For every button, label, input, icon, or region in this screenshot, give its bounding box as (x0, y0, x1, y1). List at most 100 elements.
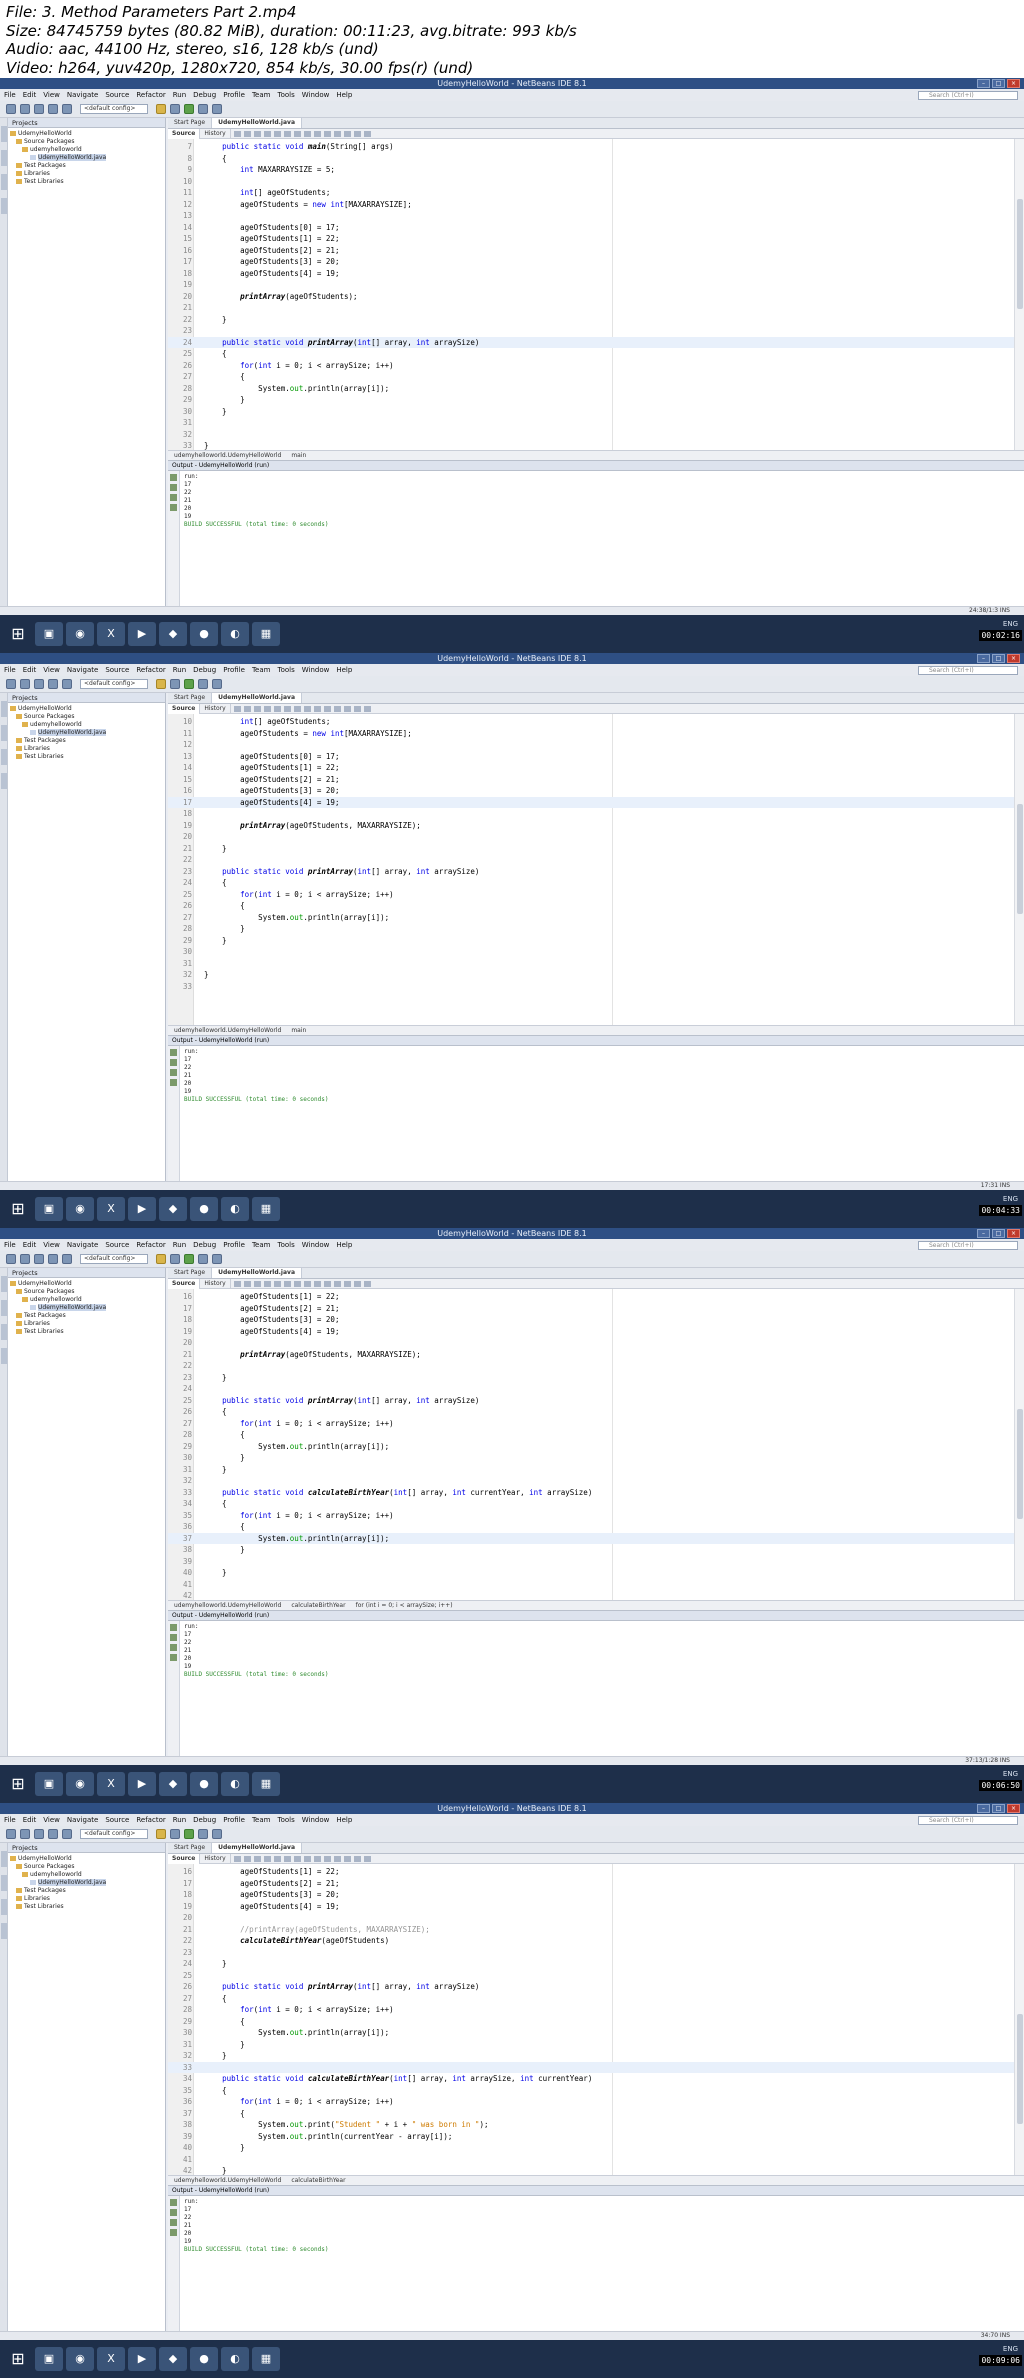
editor-tool-icon[interactable] (313, 1280, 321, 1287)
tree-item[interactable]: Libraries (8, 1895, 165, 1903)
editor-tool-icon[interactable] (293, 705, 301, 712)
editor-tool-icon[interactable] (283, 130, 291, 137)
taskbar-app-icon[interactable]: ◉ (66, 1197, 94, 1221)
toolbar-button[interactable] (6, 1829, 16, 1839)
taskbar-app-icon[interactable]: ◐ (221, 622, 249, 646)
menu-item[interactable]: File (4, 91, 16, 99)
editor-tool-icon[interactable] (253, 1280, 261, 1287)
menu-item[interactable]: Window (302, 91, 330, 99)
stop-icon[interactable] (170, 1634, 177, 1641)
taskbar-app-icon[interactable]: ▶ (128, 622, 156, 646)
navigator-side-tab[interactable] (1, 1923, 7, 1939)
code-area[interactable]: 16 ageOfStudents[1] = 22; 17 ageOfStudent… (168, 1289, 1014, 1600)
menu-item[interactable]: Profile (223, 91, 245, 99)
output-tab[interactable]: Output - UdemyHelloWorld (run) (168, 461, 1024, 471)
taskbar-app-icon[interactable]: ◆ (159, 622, 187, 646)
menu-item[interactable]: View (43, 1816, 60, 1824)
breadcrumb-item[interactable]: udemyhelloworld.UdemyHelloWorld (174, 1027, 281, 1034)
projects-side-tab[interactable] (1, 126, 7, 142)
clean-build-icon[interactable] (170, 1829, 180, 1839)
menu-item[interactable]: Debug (193, 666, 216, 674)
toolbar-button[interactable] (20, 679, 30, 689)
menu-item[interactable]: Navigate (67, 1241, 98, 1249)
history-button[interactable]: History (200, 703, 231, 714)
source-button[interactable]: Source (168, 128, 201, 139)
editor-tool-icon[interactable] (343, 705, 351, 712)
toolbar-button[interactable] (48, 1829, 58, 1839)
menu-item[interactable]: View (43, 1241, 60, 1249)
output-tab[interactable]: Output - UdemyHelloWorld (run) (168, 1611, 1024, 1621)
clear-icon[interactable] (170, 1069, 177, 1076)
projects-side-tab[interactable] (1, 1276, 7, 1292)
editor-tool-icon[interactable] (263, 130, 271, 137)
language-indicator[interactable]: ENG (1003, 620, 1018, 628)
tab-start-page[interactable]: Start Page (168, 1268, 213, 1278)
projects-side-tab[interactable] (1, 1851, 7, 1867)
taskbar-app-icon[interactable]: ● (190, 1197, 218, 1221)
code-area[interactable]: 16 ageOfStudents[1] = 22; 17 ageOfStudent… (168, 1864, 1014, 2175)
toolbar-button[interactable] (6, 679, 16, 689)
editor-tool-icon[interactable] (323, 1280, 331, 1287)
tree-item[interactable]: Test Libraries (8, 178, 165, 186)
menu-item[interactable]: Window (302, 1241, 330, 1249)
maximize-button[interactable]: □ (992, 79, 1005, 88)
taskbar-app-icon[interactable]: ◐ (221, 1197, 249, 1221)
start-button[interactable]: ⊞ (4, 622, 32, 646)
toolbar-button[interactable] (62, 1829, 72, 1839)
clean-build-icon[interactable] (170, 679, 180, 689)
taskbar-app-icon[interactable]: ◉ (66, 2347, 94, 2371)
taskbar-app-icon[interactable]: ▶ (128, 2347, 156, 2371)
menu-item[interactable]: Tools (277, 666, 294, 674)
settings-icon[interactable] (170, 504, 177, 511)
build-icon[interactable] (156, 679, 166, 689)
taskbar-app-icon[interactable]: ◆ (159, 1772, 187, 1796)
taskbar-app-icon[interactable]: ◉ (66, 1772, 94, 1796)
search-input[interactable]: Search (Ctrl+I) (918, 1241, 1018, 1250)
tab-udemyhelloworld-java[interactable]: UdemyHelloWorld.java (212, 118, 303, 128)
tab-start-page[interactable]: Start Page (168, 693, 213, 703)
tree-item[interactable]: Test Libraries (8, 1903, 165, 1911)
menu-item[interactable]: Help (336, 91, 352, 99)
stop-icon[interactable] (170, 2209, 177, 2216)
tree-item[interactable]: udemyhelloworld (8, 146, 165, 154)
menu-item[interactable]: Navigate (67, 91, 98, 99)
menu-item[interactable]: Source (105, 666, 129, 674)
profile-icon[interactable] (212, 104, 222, 114)
toolbar-button[interactable] (48, 104, 58, 114)
editor-tool-icon[interactable] (273, 130, 281, 137)
history-button[interactable]: History (200, 1278, 231, 1289)
menu-item[interactable]: Refactor (136, 666, 165, 674)
breadcrumb-item[interactable]: calculateBirthYear (291, 1602, 345, 1609)
tree-item[interactable]: Libraries (8, 170, 165, 178)
editor-tool-icon[interactable] (253, 130, 261, 137)
maximize-button[interactable]: □ (992, 1804, 1005, 1813)
taskbar-app-icon[interactable]: ▣ (35, 1197, 63, 1221)
profile-icon[interactable] (212, 679, 222, 689)
tab-udemyhelloworld-java[interactable]: UdemyHelloWorld.java (212, 693, 303, 703)
close-button[interactable]: × (1007, 654, 1020, 663)
source-button[interactable]: Source (168, 703, 201, 714)
taskbar-app-icon[interactable]: X (97, 622, 125, 646)
rerun-icon[interactable] (170, 1049, 177, 1056)
menu-item[interactable]: Edit (23, 91, 37, 99)
language-indicator[interactable]: ENG (1003, 1195, 1018, 1203)
editor-tool-icon[interactable] (263, 1280, 271, 1287)
editor-tool-icon[interactable] (353, 705, 361, 712)
scrollbar-thumb[interactable] (1017, 199, 1023, 309)
scrollbar-thumb[interactable] (1017, 2014, 1023, 2124)
toolbar-button[interactable] (48, 679, 58, 689)
output-tab[interactable]: Output - UdemyHelloWorld (run) (168, 1036, 1024, 1046)
menu-item[interactable]: Window (302, 1816, 330, 1824)
debug-icon[interactable] (198, 1254, 208, 1264)
tree-item[interactable]: UdemyHelloWorld.java (8, 154, 165, 162)
start-button[interactable]: ⊞ (4, 2347, 32, 2371)
editor-tool-icon[interactable] (353, 1280, 361, 1287)
tree-item[interactable]: Test Libraries (8, 753, 165, 761)
breadcrumb-item[interactable]: main (291, 452, 306, 459)
minimize-button[interactable]: – (977, 1804, 990, 1813)
toolbar-button[interactable] (62, 679, 72, 689)
config-select[interactable]: <default config> (80, 1254, 148, 1264)
menu-item[interactable]: Source (105, 1816, 129, 1824)
menu-item[interactable]: Help (336, 1241, 352, 1249)
profile-icon[interactable] (212, 1254, 222, 1264)
